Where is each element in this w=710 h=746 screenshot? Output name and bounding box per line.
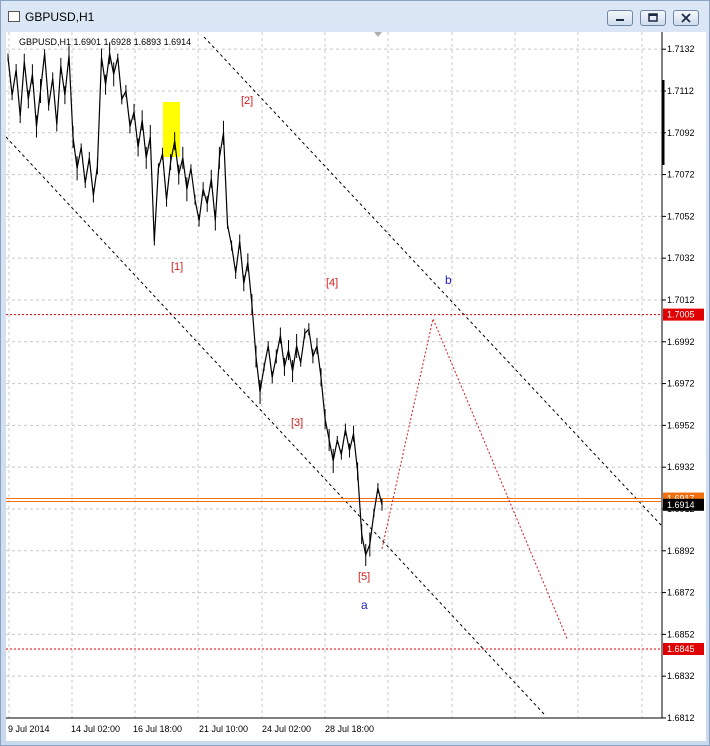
price-tick-label: 1.6952 (667, 420, 695, 430)
price-level-badge-text: 1.6914 (667, 500, 695, 510)
projection-path (381, 317, 568, 639)
chart-window: GBPUSD,H1 [1] [2] [3] [4] [5] a b GBPUSD,H1 1.… (0, 0, 710, 746)
time-tick-label: 9 Jul 2014 (8, 724, 50, 734)
wave-label: [5] (358, 571, 370, 583)
highlight-box (163, 102, 180, 157)
price-tick-label: 1.6992 (667, 337, 695, 347)
chart-info-text: GBPUSD,H1 1.6901 1.6928 1.6893 1.6914 (19, 37, 191, 47)
price-tick-label: 1.6892 (667, 546, 695, 556)
price-tick-label: 1.7072 (667, 170, 695, 180)
window-title: GBPUSD,H1 (25, 10, 95, 24)
restore-button[interactable] (640, 10, 666, 26)
minimize-icon (616, 19, 624, 21)
wave-labels: [1] [2] [3] [4] [5] a b (171, 95, 452, 612)
price-tick-label: 1.6932 (667, 462, 695, 472)
time-tick-label: 16 Jul 18:00 (133, 724, 182, 734)
time-tick-label: 24 Jul 02:00 (262, 724, 311, 734)
price-tick-label: 1.7112 (667, 86, 694, 96)
time-tick-label: 14 Jul 02:00 (71, 724, 120, 734)
price-tick-label: 1.6872 (667, 588, 695, 598)
price-chart[interactable]: [1] [2] [3] [4] [5] a b GBPUSD,H1 1.6901 1.692… (6, 32, 706, 741)
upper-channel-line (203, 36, 662, 526)
price-level-badge-text: 1.7005 (667, 310, 695, 320)
close-button[interactable] (673, 10, 699, 26)
trend-channel-lines (6, 36, 662, 715)
price-tick-label: 1.7052 (667, 211, 695, 221)
wave-label: [2] (241, 95, 253, 107)
chart-window-icon (8, 11, 20, 22)
price-tick-label: 1.7132 (667, 44, 695, 54)
wave-label: [3] (291, 417, 303, 429)
wave-label: [1] (171, 261, 183, 273)
price-tick-label: 1.7092 (667, 128, 695, 138)
wave-label: [4] (326, 277, 338, 289)
shift-marker-icon (374, 32, 382, 37)
minimize-button[interactable] (607, 10, 633, 26)
time-axis: 9 Jul 2014 14 Jul 02:00 16 Jul 18:00 21 Jul… (8, 724, 374, 734)
price-series (7, 42, 383, 566)
price-tick-label: 1.7012 (667, 295, 695, 305)
price-tick-label: 1.6832 (667, 671, 695, 681)
last-bar-marker (662, 80, 665, 165)
close-icon (681, 13, 691, 23)
wave-label: a (361, 598, 368, 612)
wave-label: b (445, 273, 452, 287)
title-bar[interactable]: GBPUSD,H1 (1, 1, 709, 31)
price-tick-label: 1.6852 (667, 629, 695, 639)
chart-canvas[interactable]: [1] [2] [3] [4] [5] a b GBPUSD,H1 1.6901 1.692… (6, 32, 706, 741)
price-tick-label: 1.6812 (667, 713, 695, 723)
price-tick-label: 1.7032 (667, 253, 695, 263)
chart-grid (6, 32, 661, 719)
time-tick-label: 28 Jul 18:00 (325, 724, 374, 734)
price-axis: 1.7132 1.7112 1.7092 1.7072 1.7052 1.7032 1.70… (662, 44, 704, 723)
restore-icon (648, 13, 658, 22)
time-tick-label: 21 Jul 10:00 (199, 724, 248, 734)
price-tick-label: 1.6972 (667, 379, 695, 389)
price-level-badge-text: 1.6845 (667, 644, 695, 654)
horizontal-price-lines (6, 314, 661, 650)
